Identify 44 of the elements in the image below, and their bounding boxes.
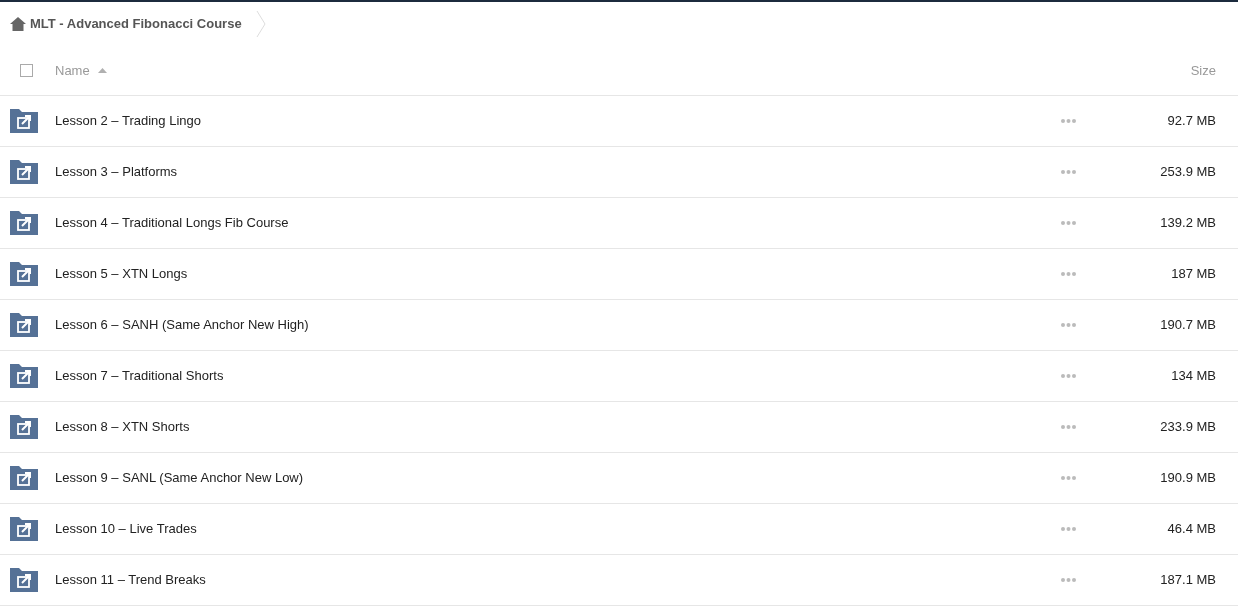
file-size: 134 MB: [1170, 367, 1217, 386]
shared-folder-icon: [10, 568, 38, 592]
more-options-icon[interactable]: [1061, 323, 1076, 327]
folder-name[interactable]: Lesson 5 – XTN Longs: [55, 264, 188, 284]
folder-name[interactable]: Lesson 6 – SANH (Same Anchor New High): [55, 315, 309, 335]
folder-name[interactable]: Lesson 10 – Live Trades: [55, 519, 197, 539]
more-options-icon[interactable]: [1061, 119, 1076, 123]
folder-name[interactable]: Lesson 4 – Traditional Longs Fib Course: [55, 213, 289, 233]
file-size: 233.9 MB: [1159, 418, 1217, 437]
more-options-icon[interactable]: [1061, 374, 1076, 378]
folder-name[interactable]: Lesson 7 – Traditional Shorts: [55, 366, 224, 386]
shared-folder-icon: [10, 262, 38, 286]
folder-name[interactable]: Lesson 8 – XTN Shorts: [55, 417, 190, 437]
shared-folder-icon: [10, 364, 38, 388]
shared-folder-icon: [10, 415, 38, 439]
file-size: 187.1 MB: [1159, 571, 1217, 590]
shared-folder-icon: [10, 160, 38, 184]
more-options-icon[interactable]: [1061, 221, 1076, 225]
file-size: 139.2 MB: [1159, 214, 1217, 233]
breadcrumb-folder[interactable]: MLT - Advanced Fibonacci Course: [30, 14, 242, 34]
more-options-icon[interactable]: [1061, 476, 1076, 480]
shared-folder-icon: [10, 466, 38, 490]
file-size: 187 MB: [1170, 265, 1217, 284]
more-options-icon[interactable]: [1061, 272, 1076, 276]
folder-name[interactable]: Lesson 3 – Platforms: [55, 162, 178, 182]
more-options-icon[interactable]: [1061, 578, 1076, 582]
select-all-checkbox[interactable]: [20, 64, 33, 77]
more-options-icon[interactable]: [1061, 170, 1076, 174]
folder-name[interactable]: Lesson 11 – Trend Breaks: [55, 570, 206, 590]
breadcrumb-chevron-icon: [255, 11, 266, 37]
file-size: 46.4 MB: [1166, 520, 1217, 539]
file-size: 253.9 MB: [1159, 163, 1217, 182]
shared-folder-icon: [10, 109, 38, 133]
file-size: 92.7 MB: [1166, 112, 1217, 131]
file-size: 190.7 MB: [1159, 316, 1217, 335]
folder-name[interactable]: Lesson 2 – Trading Lingo: [55, 111, 201, 131]
folder-name[interactable]: Lesson 9 – SANL (Same Anchor New Low): [55, 468, 304, 488]
file-size: 190.9 MB: [1159, 469, 1217, 488]
home-icon[interactable]: [10, 17, 26, 31]
more-options-icon[interactable]: [1061, 527, 1076, 531]
shared-folder-icon: [10, 211, 38, 235]
more-options-icon[interactable]: [1061, 425, 1076, 429]
shared-folder-icon: [10, 313, 38, 337]
shared-folder-icon: [10, 517, 38, 541]
